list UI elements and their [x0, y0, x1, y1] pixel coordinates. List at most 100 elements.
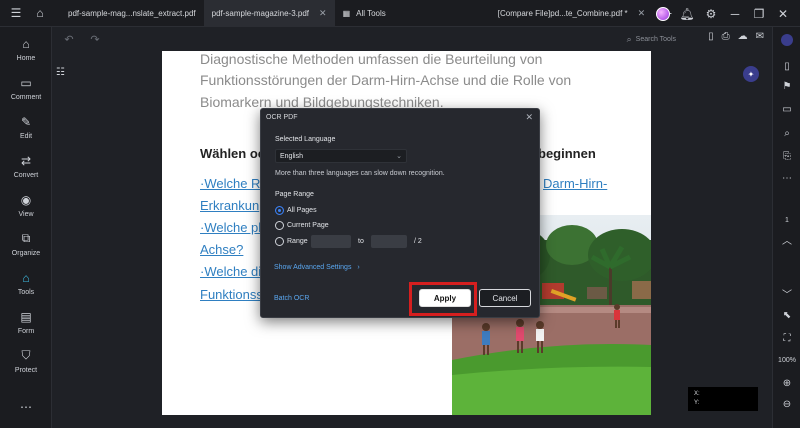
- bookmark-icon[interactable]: ⚑: [773, 76, 800, 96]
- right-sidebar: ▯ ⚑ ▭ ⌕ ⎘ ⋯ 1 ︿ ﹀ ⬉ ⛶ 100% ⊕ ⊖: [772, 27, 800, 428]
- settings-sliders-icon[interactable]: ☷: [56, 67, 70, 79]
- home-tab-icon[interactable]: ⌂: [30, 3, 50, 23]
- sidebar-item-form[interactable]: ▤ Form: [0, 304, 52, 340]
- comment-icon: ▭: [20, 75, 32, 90]
- close-window-icon[interactable]: ✕: [772, 4, 794, 24]
- radio-all-pages[interactable]: [275, 206, 284, 215]
- tab-label: [Compare File]pd...te_Combine.pdf *: [497, 8, 628, 18]
- page-link[interactable]: ·Welche di: [200, 264, 261, 279]
- tab-compare-combine[interactable]: [Compare File]pd...te_Combine.pdf * ✕: [490, 0, 653, 27]
- print-icon[interactable]: ⎙: [722, 31, 730, 42]
- edit-icon: ✎: [20, 114, 32, 129]
- file-icon[interactable]: ▯: [708, 31, 714, 42]
- coordinates-panel: X: Y:: [688, 387, 758, 411]
- sidebar-item-protect[interactable]: ⛉ Protect: [0, 343, 52, 379]
- home-icon: ⌂: [22, 36, 30, 51]
- page-heading: Wählen oc: [200, 146, 266, 161]
- tab-label: All Tools: [356, 8, 386, 18]
- sidebar-item-label: Tools: [17, 288, 35, 296]
- search-panel-icon[interactable]: ⌕: [773, 123, 800, 143]
- sidebar-item-home[interactable]: ⌂ Home: [0, 31, 52, 67]
- selected-language-label: Selected Language: [275, 136, 336, 143]
- tools-icon: ⌂: [22, 270, 30, 285]
- sidebar-item-label: Comment: [10, 93, 42, 101]
- search-icon: ⌕: [626, 33, 632, 44]
- search-tools[interactable]: ⌕ Search Tools: [627, 32, 676, 46]
- show-advanced-settings-link[interactable]: Show Advanced Settings ›: [274, 264, 360, 271]
- organize-icon: ⧉: [21, 231, 31, 245]
- attachment-icon[interactable]: ⎘: [773, 146, 800, 166]
- range-from-input[interactable]: [311, 235, 351, 248]
- sidebar-item-label: Home: [16, 54, 36, 62]
- zoom-level[interactable]: 100%: [773, 350, 800, 370]
- zoom-out-icon[interactable]: ⊖: [773, 394, 800, 414]
- comments-icon[interactable]: ▭: [773, 99, 800, 119]
- close-icon[interactable]: ✕: [525, 112, 533, 123]
- page-up-icon[interactable]: ︿: [773, 229, 800, 249]
- close-tab-icon[interactable]: ✕: [638, 8, 646, 19]
- panel-icon[interactable]: ▯: [773, 56, 800, 76]
- page-link[interactable]: ·Welche ph: [200, 220, 266, 235]
- ai-float-icon[interactable]: ✦: [743, 66, 759, 82]
- radio-range[interactable]: [275, 237, 284, 246]
- select-cursor-icon[interactable]: ⬉: [773, 305, 800, 325]
- menu-icon[interactable]: ☰: [6, 3, 26, 23]
- restore-icon[interactable]: ❐: [748, 4, 770, 24]
- title-bar: ☰ ⌂ pdf-sample-mag...nslate_extract.pdf …: [0, 0, 800, 27]
- page-link[interactable]: Funktionss: [200, 287, 263, 302]
- page-link[interactable]: ·Welche Ro: [200, 176, 268, 191]
- page-link[interactable]: Erkrankun: [200, 198, 259, 213]
- sidebar-item-label: Protect: [14, 366, 38, 374]
- ai-assistant-icon[interactable]: [773, 30, 800, 50]
- radio-current-page[interactable]: [275, 221, 284, 230]
- page-heading-right: beginnen: [538, 146, 596, 161]
- tab-all-tools[interactable]: ▦ All Tools: [335, 0, 394, 27]
- chevron-down-icon: ⌄: [396, 153, 402, 160]
- sidebar-item-view[interactable]: ◉ View: [0, 187, 52, 223]
- left-sidebar: ⌂ Home ▭ Comment ✎ Edit ⇄ Convert ◉ View…: [0, 27, 52, 428]
- gear-icon[interactable]: ⚙: [700, 4, 722, 24]
- minimize-icon[interactable]: ─: [724, 4, 746, 24]
- chevron-right-icon: ›: [357, 264, 360, 271]
- cancel-button[interactable]: Cancel: [479, 289, 531, 307]
- sidebar-item-label: Edit: [19, 132, 33, 140]
- sidebar-item-tools[interactable]: ⌂ Tools: [0, 265, 52, 301]
- more-options-icon[interactable]: ⋯: [773, 168, 800, 188]
- tab-translate-extract[interactable]: pdf-sample-mag...nslate_extract.pdf: [60, 0, 204, 27]
- more-icon[interactable]: ⋯: [0, 389, 52, 425]
- batch-ocr-link[interactable]: Batch OCR: [274, 295, 309, 302]
- all-pages-label: All Pages: [287, 207, 317, 214]
- y-coordinate-label: Y:: [694, 400, 700, 406]
- sidebar-item-edit[interactable]: ✎ Edit: [0, 109, 52, 145]
- language-select[interactable]: English ⌄: [275, 149, 407, 163]
- convert-icon: ⇄: [20, 153, 32, 168]
- sidebar-item-comment[interactable]: ▭ Comment: [0, 70, 52, 106]
- form-icon: ▤: [20, 309, 32, 324]
- range-to-label: to: [358, 238, 364, 245]
- page-text-line: Diagnostische Methoden umfassen die Beur…: [200, 51, 543, 67]
- page-number[interactable]: 1: [773, 210, 800, 230]
- page-link[interactable]: Darm-Hirn-: [543, 176, 607, 191]
- close-tab-icon[interactable]: ✕: [319, 8, 327, 19]
- page-link[interactable]: Achse?: [200, 242, 243, 257]
- x-coordinate-label: X:: [694, 391, 700, 397]
- grid-icon: ▦: [342, 8, 351, 18]
- upload-icon[interactable]: ☁: [738, 31, 748, 42]
- sidebar-item-label: Organize: [11, 249, 41, 257]
- snapshot-icon[interactable]: ⛶: [773, 328, 800, 348]
- page-down-icon[interactable]: ﹀: [773, 283, 800, 303]
- redo-icon[interactable]: ↷: [86, 33, 104, 46]
- avatar[interactable]: [652, 4, 674, 24]
- advanced-link-label: Show Advanced Settings: [274, 264, 352, 271]
- language-hint: More than three languages can slow down …: [275, 170, 445, 177]
- undo-icon[interactable]: ↶: [60, 33, 78, 46]
- range-to-input[interactable]: [371, 235, 407, 248]
- bell-icon[interactable]: 🔔︎: [676, 4, 698, 24]
- mail-icon[interactable]: ✉: [756, 31, 764, 42]
- current-page-label: Current Page: [287, 222, 329, 229]
- sidebar-item-organize[interactable]: ⧉ Organize: [0, 226, 52, 262]
- sidebar-item-convert[interactable]: ⇄ Convert: [0, 148, 52, 184]
- tab-magazine-3[interactable]: pdf-sample-magazine-3.pdf ✕: [203, 0, 335, 27]
- tab-label: pdf-sample-magazine-3.pdf: [211, 8, 310, 18]
- zoom-in-icon[interactable]: ⊕: [773, 373, 800, 393]
